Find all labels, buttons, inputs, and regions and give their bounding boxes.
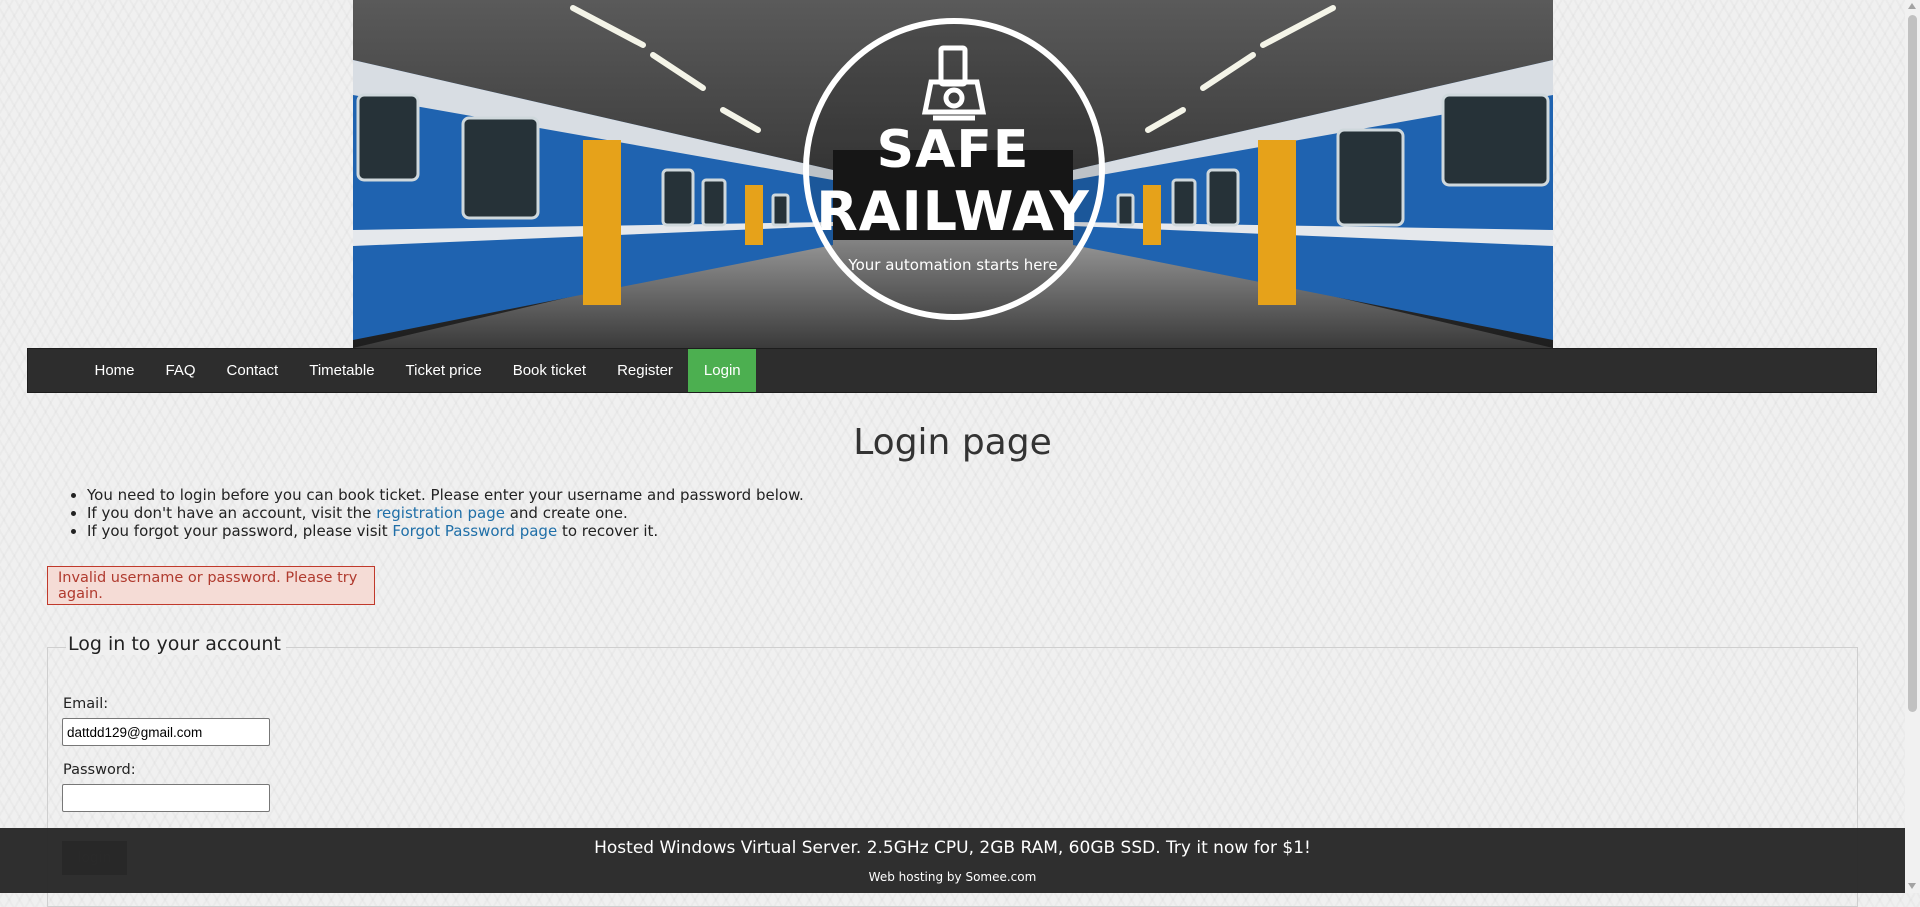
nav-link-login[interactable]: Login <box>688 349 757 392</box>
main-nav: Home FAQ Contact Timetable Ticket price … <box>27 348 1877 393</box>
nav-link-faq[interactable]: FAQ <box>150 349 211 392</box>
nav-link-contact[interactable]: Contact <box>211 349 294 392</box>
note-register: If you don't have an account, visit the … <box>87 504 804 522</box>
nav-link-book-ticket[interactable]: Book ticket <box>497 349 601 392</box>
page-title: Login page <box>853 422 1052 463</box>
nav-item-home: Home <box>79 349 150 392</box>
nav-menu: Home FAQ Contact Timetable Ticket price … <box>28 349 1876 392</box>
nav-item-ticket-price: Ticket price <box>390 349 497 392</box>
logo-tagline: Your automation starts here <box>848 256 1058 274</box>
email-label: Email: <box>63 696 109 712</box>
nav-link-ticket-price[interactable]: Ticket price <box>390 349 497 392</box>
registration-page-link[interactable]: registration page <box>376 504 505 522</box>
login-fieldset-legend: Log in to your account <box>66 633 286 655</box>
note-forgot-suffix: to recover it. <box>557 522 659 540</box>
site-banner: SAFE RAILWAY Your automation starts here <box>353 0 1553 348</box>
scrollbar-thumb[interactable] <box>1908 15 1917 712</box>
password-field[interactable] <box>62 784 270 812</box>
note-forgot-prefix: If you forgot your password, please visi… <box>87 522 393 540</box>
nav-item-login: Login <box>688 349 757 392</box>
note-register-suffix: and create one. <box>504 504 628 522</box>
nav-link-home[interactable]: Home <box>79 349 150 392</box>
login-instructions: You need to login before you can book ti… <box>62 486 804 540</box>
note-register-prefix: If you don't have an account, visit the <box>87 504 377 522</box>
forgot-password-link[interactable]: Forgot Password page <box>392 522 557 540</box>
note-login-required-text: You need to login before you can book ti… <box>87 486 804 504</box>
note-forgot-password: If you forgot your password, please visi… <box>87 522 804 540</box>
hosting-ad-bar[interactable]: Hosted Windows Virtual Server. 2.5GHz CP… <box>0 828 1905 893</box>
nav-link-register[interactable]: Register <box>602 349 689 392</box>
nav-item-faq: FAQ <box>150 349 211 392</box>
email-field[interactable] <box>62 718 270 746</box>
scroll-down-arrow-icon[interactable] <box>1908 883 1916 889</box>
nav-item-contact: Contact <box>211 349 294 392</box>
nav-item-timetable: Timetable <box>294 349 390 392</box>
nav-link-timetable[interactable]: Timetable <box>294 349 390 392</box>
ad-sub-text[interactable]: Web hosting by Somee.com <box>0 870 1905 884</box>
scroll-up-arrow-icon[interactable] <box>1908 3 1916 9</box>
logo-title-line2: RAILWAY <box>816 180 1090 243</box>
nav-item-register: Register <box>602 349 689 392</box>
ad-main-text[interactable]: Hosted Windows Virtual Server. 2.5GHz CP… <box>0 838 1905 858</box>
error-message: Invalid username or password. Please try… <box>47 566 375 605</box>
nav-item-book-ticket: Book ticket <box>497 349 601 392</box>
password-label: Password: <box>63 762 136 778</box>
vertical-scrollbar[interactable] <box>1905 0 1920 893</box>
logo-title-line1: SAFE <box>876 120 1030 180</box>
note-login-required: You need to login before you can book ti… <box>87 486 804 504</box>
